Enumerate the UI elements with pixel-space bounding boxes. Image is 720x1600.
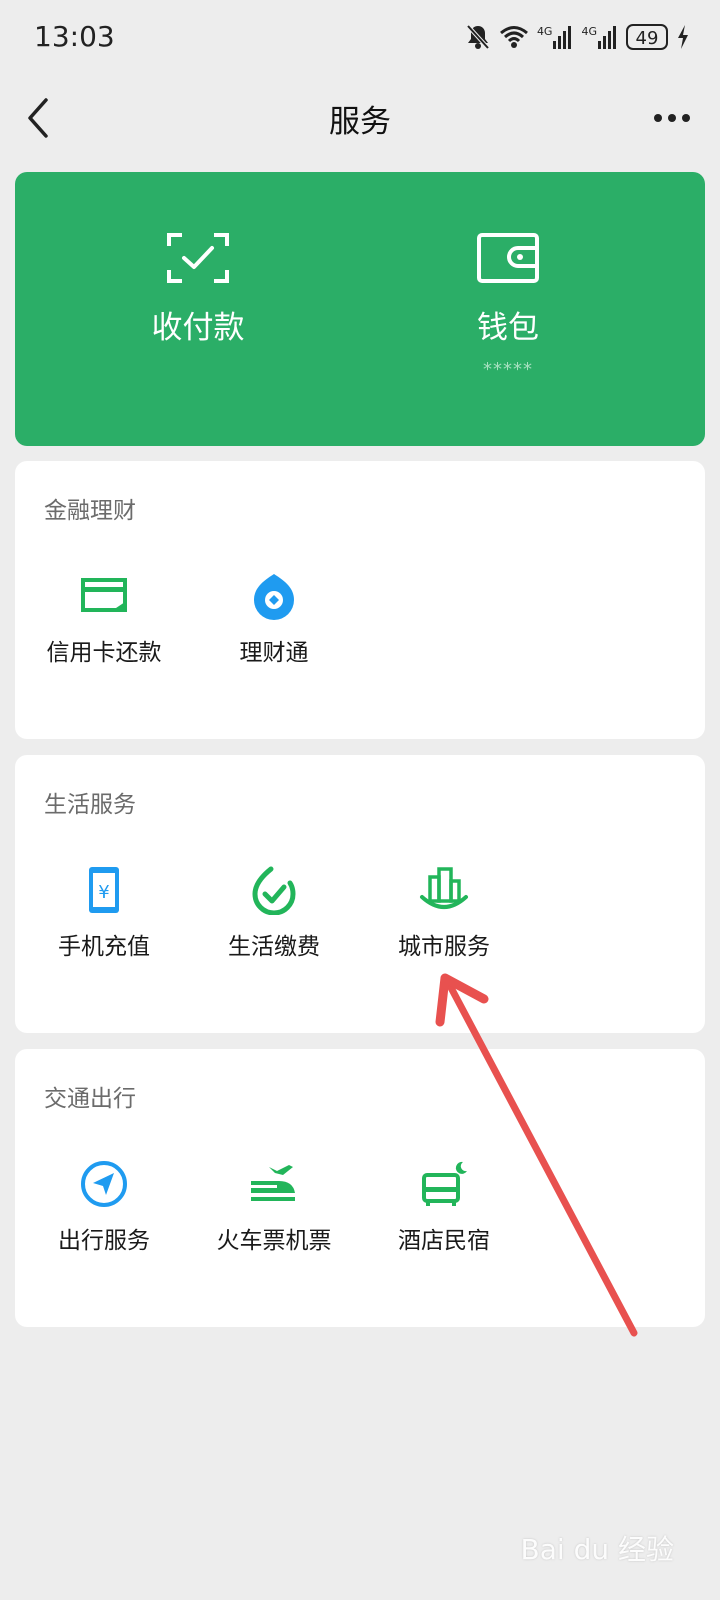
wallet-icon — [477, 233, 539, 283]
signal-icon-2: 4G — [581, 25, 618, 49]
section-life-services: 生活服务 ¥ 手机充值 生活缴费 城市服务 — [15, 755, 705, 1033]
hotel-icon — [422, 1161, 467, 1206]
watermark: Bai du 经验 — [520, 1533, 674, 1566]
wallet-button[interactable]: 钱包 ***** — [398, 232, 618, 380]
status-icons: 4G 4G 49 — [465, 22, 690, 52]
utility-payment-icon — [252, 866, 296, 915]
service-label: 出行服务 — [58, 1228, 150, 1254]
pay-receive-label: 收付款 — [151, 310, 245, 346]
svg-text:¥: ¥ — [98, 882, 109, 903]
service-label: 手机充值 — [58, 934, 150, 960]
city-service-icon — [420, 867, 468, 909]
wealth-button[interactable]: 理财通 — [189, 571, 359, 667]
wealth-icon — [254, 574, 294, 620]
pay-receive-button[interactable]: 收付款 — [88, 232, 308, 347]
section-title: 金融理财 — [44, 498, 136, 524]
battery-icon: 49 — [626, 24, 668, 50]
service-label: 酒店民宿 — [398, 1228, 490, 1254]
train-plane-tickets-button[interactable]: 火车票机票 — [189, 1159, 359, 1255]
section-finance: 金融理财 信用卡还款 理财通 — [15, 461, 705, 739]
bell-off-icon — [466, 24, 490, 50]
credit-card-repay-button[interactable]: 信用卡还款 — [19, 571, 189, 667]
status-bar: 13:03 4G 4G 49 — [0, 0, 720, 78]
wallet-label: 钱包 — [477, 310, 539, 346]
navigation-icon — [81, 1161, 127, 1207]
phone-recharge-icon: ¥ — [89, 867, 119, 913]
service-label: 火车票机票 — [216, 1228, 332, 1254]
status-time: 13:03 — [34, 20, 115, 53]
network-type: 4G — [581, 25, 597, 38]
more-dots-icon[interactable] — [650, 100, 694, 136]
wifi-icon — [499, 26, 528, 48]
service-label: 城市服务 — [398, 934, 490, 960]
wallet-card: 收付款 钱包 ***** — [15, 172, 705, 446]
network-type: 4G — [536, 25, 553, 38]
hotel-button[interactable]: 酒店民宿 — [359, 1159, 529, 1255]
charging-icon — [678, 25, 688, 49]
travel-service-button[interactable]: 出行服务 — [19, 1159, 189, 1255]
city-service-button[interactable]: 城市服务 — [359, 865, 529, 961]
section-transport: 交通出行 出行服务 火车票机票 酒店民宿 — [15, 1049, 705, 1327]
scan-pay-icon — [167, 233, 229, 283]
service-label: 理财通 — [239, 640, 309, 666]
credit-card-icon — [81, 578, 127, 612]
service-label: 信用卡还款 — [46, 640, 162, 666]
train-plane-icon — [251, 1165, 295, 1201]
nav-bar: 服务 — [0, 80, 720, 156]
signal-icon: 4G — [537, 25, 574, 49]
phone-recharge-button[interactable]: ¥ 手机充值 — [19, 865, 189, 961]
section-title: 生活服务 — [44, 792, 136, 818]
section-title: 交通出行 — [44, 1086, 136, 1112]
service-label: 生活缴费 — [228, 934, 320, 960]
utility-payment-button[interactable]: 生活缴费 — [189, 865, 359, 961]
wallet-balance-hidden: ***** — [483, 359, 533, 380]
page-title: 服务 — [329, 104, 391, 140]
